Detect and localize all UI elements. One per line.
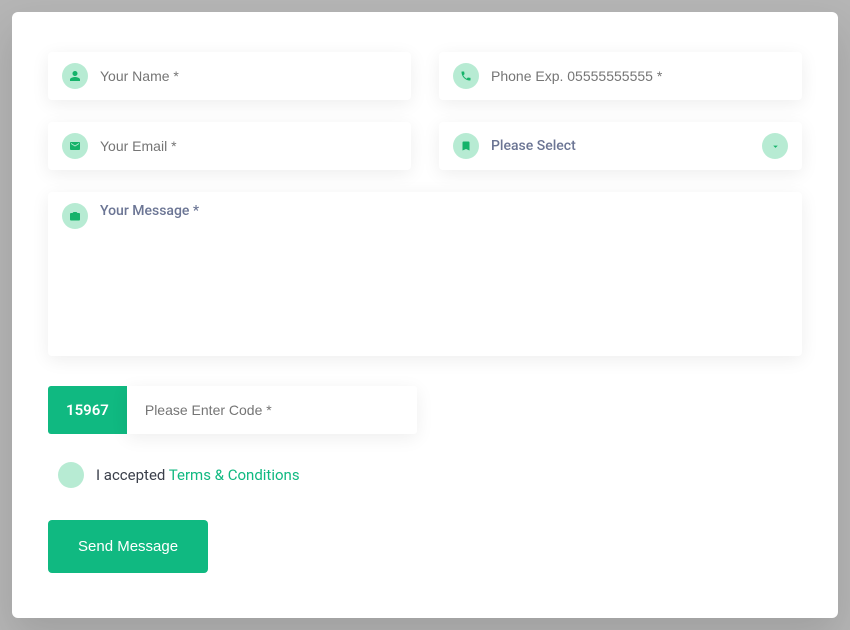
phone-icon <box>453 63 479 89</box>
email-input[interactable] <box>100 138 397 154</box>
captcha-input[interactable] <box>145 402 399 418</box>
email-field[interactable] <box>48 122 411 170</box>
person-icon <box>62 63 88 89</box>
consent-row: I accepted Terms & Conditions <box>48 462 802 488</box>
chevron-down-icon <box>762 133 788 159</box>
submit-button[interactable]: Send Message <box>48 520 208 573</box>
message-placeholder: Your Message * <box>100 203 788 219</box>
select-placeholder: Please Select <box>491 138 762 154</box>
name-input[interactable] <box>100 68 397 84</box>
message-field[interactable]: Your Message * <box>48 192 802 356</box>
name-field[interactable] <box>48 52 411 100</box>
terms-link[interactable]: Terms & Conditions <box>169 466 300 484</box>
consent-prefix: I accepted <box>96 466 169 484</box>
mail-icon <box>62 133 88 159</box>
contact-form-card: Please Select Your Message * 15967 I acc… <box>12 12 838 618</box>
phone-input[interactable] <box>491 68 788 84</box>
captcha-row: 15967 <box>48 386 802 434</box>
phone-field[interactable] <box>439 52 802 100</box>
camera-icon <box>62 203 88 229</box>
captcha-code: 15967 <box>48 386 127 434</box>
consent-text: I accepted Terms & Conditions <box>96 466 300 484</box>
select-field[interactable]: Please Select <box>439 122 802 170</box>
captcha-field[interactable] <box>127 386 417 434</box>
consent-checkbox[interactable] <box>58 462 84 488</box>
bookmark-icon <box>453 133 479 159</box>
